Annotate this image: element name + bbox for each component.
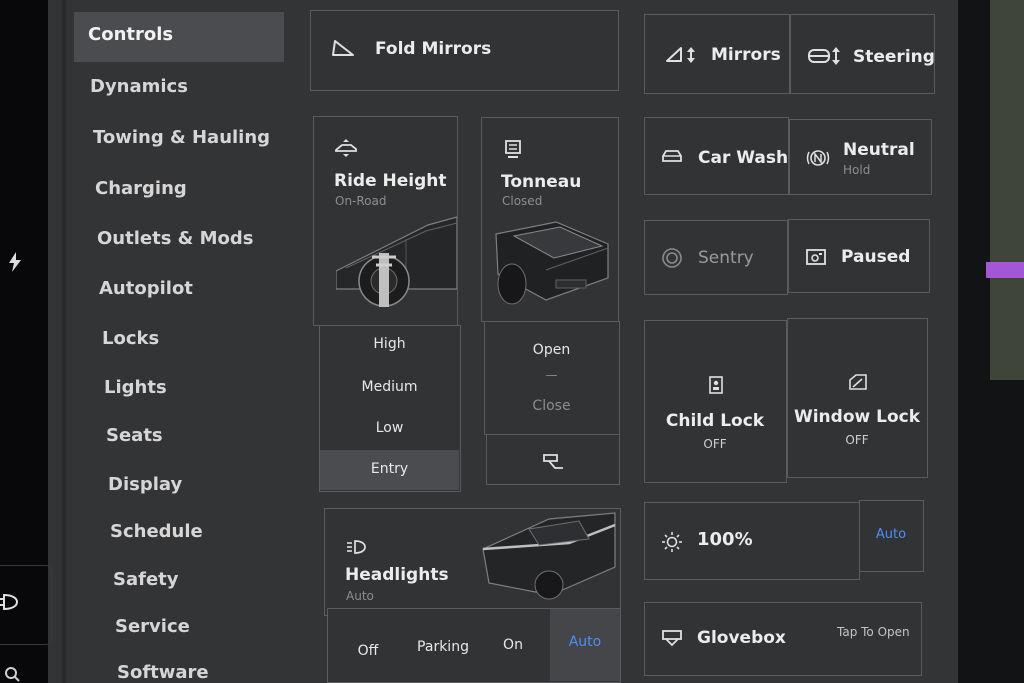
child-lock-label: Child Lock xyxy=(665,411,765,431)
ride-height-medium-option[interactable]: Medium xyxy=(320,379,459,395)
brightness-icon xyxy=(662,532,682,552)
car-wash-icon xyxy=(662,150,682,162)
sidebar-item-label: Controls xyxy=(88,24,174,45)
mirrors-label: Mirrors xyxy=(711,45,781,65)
ride-height-title: Ride Height xyxy=(334,171,447,191)
truck-front-image xyxy=(482,512,616,600)
tonneau-close-option[interactable]: Close xyxy=(485,398,618,414)
tonneau-title: Tonneau xyxy=(501,172,582,192)
dashcam-icon xyxy=(806,249,826,265)
neutral-gear-icon xyxy=(806,150,830,166)
sentry-icon xyxy=(662,248,682,268)
headlights-auto-label: Auto xyxy=(568,634,602,650)
sidebar-edge xyxy=(62,0,66,683)
ride-height-panel: Ride Height On-Road xyxy=(313,116,458,326)
sidebar-item-locks[interactable]: Locks xyxy=(102,328,159,349)
truck-side-image xyxy=(336,216,457,307)
tonneau-open-option[interactable]: Open xyxy=(485,342,618,358)
truck-rear-image xyxy=(495,221,609,305)
car-wash-label: Car Wash xyxy=(698,148,789,168)
headlights-options: Off Parking On Auto xyxy=(327,608,621,683)
ride-height-high-option[interactable]: High xyxy=(320,336,459,352)
window-lock-label: Window Lock xyxy=(793,407,921,427)
sidebar-item-charging[interactable]: Charging xyxy=(95,178,187,199)
ride-height-status: On-Road xyxy=(335,194,387,208)
search-icon[interactable] xyxy=(4,666,20,682)
steering-button[interactable]: Steering xyxy=(790,14,935,94)
glovebox-label: Glovebox xyxy=(697,628,786,648)
ride-height-entry-label: Entry xyxy=(370,461,409,477)
window-lock-button[interactable]: Window Lock OFF xyxy=(787,318,928,478)
brightness-value: 100% xyxy=(697,529,753,550)
tonneau-tailgate-button[interactable] xyxy=(486,434,620,485)
sidebar-item-safety[interactable]: Safety xyxy=(113,569,179,590)
headlights-title: Headlights xyxy=(345,565,449,585)
sidebar-item-controls[interactable]: Controls xyxy=(74,12,284,62)
child-lock-icon xyxy=(709,376,723,394)
tailgate-icon xyxy=(543,454,563,469)
sidebar-item-outlets-mods[interactable]: Outlets & Mods xyxy=(97,228,254,249)
mirrors-button[interactable]: Mirrors xyxy=(644,14,790,94)
tonneau-status: Closed xyxy=(502,194,543,208)
fold-mirrors-label: Fold Mirrors xyxy=(375,39,492,59)
sentry-label: Sentry xyxy=(698,248,754,268)
window-lock-status: OFF xyxy=(845,433,869,447)
sidebar-item-service[interactable]: Service xyxy=(115,616,190,637)
headlights-status: Auto xyxy=(346,589,374,603)
sidebar-item-seats[interactable]: Seats xyxy=(106,425,163,446)
sentry-mode-button[interactable]: Sentry xyxy=(644,220,788,295)
lightning-icon xyxy=(9,252,21,272)
headlights-off-option[interactable]: Off xyxy=(338,643,398,659)
ambient-light-strip xyxy=(986,262,1024,278)
dashcam-label: Paused xyxy=(841,247,911,267)
neutral-label: Neutral xyxy=(843,140,915,160)
neutral-sub-label: Hold xyxy=(843,163,871,177)
headlight-toggle-icon[interactable] xyxy=(0,592,22,612)
headlight-icon xyxy=(347,540,366,554)
mirror-adjust-icon xyxy=(666,47,695,63)
background-glare xyxy=(990,0,1024,380)
headlights-auto-option[interactable]: Auto xyxy=(550,609,620,681)
ride-height-entry-option[interactable]: Entry xyxy=(320,450,459,490)
mirror-fold-icon xyxy=(332,40,354,56)
tonneau-icon xyxy=(505,140,521,158)
brightness-control[interactable]: 100% xyxy=(644,502,860,580)
window-lock-icon xyxy=(849,374,867,390)
child-lock-status: OFF xyxy=(703,437,727,451)
sidebar-item-display[interactable]: Display xyxy=(108,474,182,495)
glovebox-icon xyxy=(662,630,682,647)
brightness-auto-button[interactable]: Auto xyxy=(859,500,924,572)
ride-height-low-option[interactable]: Low xyxy=(320,420,459,436)
sidebar-item-dynamics[interactable]: Dynamics xyxy=(90,76,188,97)
sidebar-item-schedule[interactable]: Schedule xyxy=(110,521,203,542)
ride-height-options: High Medium Low Entry xyxy=(319,325,461,492)
ride-height-icon xyxy=(335,139,357,157)
neutral-hold-button[interactable]: Neutral Hold xyxy=(789,119,932,195)
headlights-panel: Headlights Auto xyxy=(324,508,621,616)
dashcam-button[interactable]: Paused xyxy=(788,219,930,293)
sidebar-item-towing-hauling[interactable]: Towing & Hauling xyxy=(93,127,270,148)
steering-adjust-icon xyxy=(808,47,840,65)
child-lock-button[interactable]: Child Lock OFF xyxy=(644,320,787,483)
sidebar-item-lights[interactable]: Lights xyxy=(104,377,167,398)
brightness-auto-label: Auto xyxy=(875,527,907,542)
car-wash-button[interactable]: Car Wash xyxy=(644,117,789,195)
fold-mirrors-button[interactable]: Fold Mirrors xyxy=(310,10,619,91)
glovebox-hint: Tap To Open xyxy=(837,625,910,639)
tonneau-options: Open — Close xyxy=(484,321,620,435)
tonneau-panel: Tonneau Closed xyxy=(481,117,619,322)
sidebar-item-autopilot[interactable]: Autopilot xyxy=(99,278,193,299)
sidebar-item-software[interactable]: Software xyxy=(117,662,209,683)
headlights-on-option[interactable]: On xyxy=(488,637,538,653)
steering-label: Steering xyxy=(853,47,935,67)
headlights-parking-option[interactable]: Parking xyxy=(408,639,478,655)
tonneau-divider: — xyxy=(545,368,558,382)
glovebox-button[interactable]: Glovebox Tap To Open xyxy=(644,602,922,676)
